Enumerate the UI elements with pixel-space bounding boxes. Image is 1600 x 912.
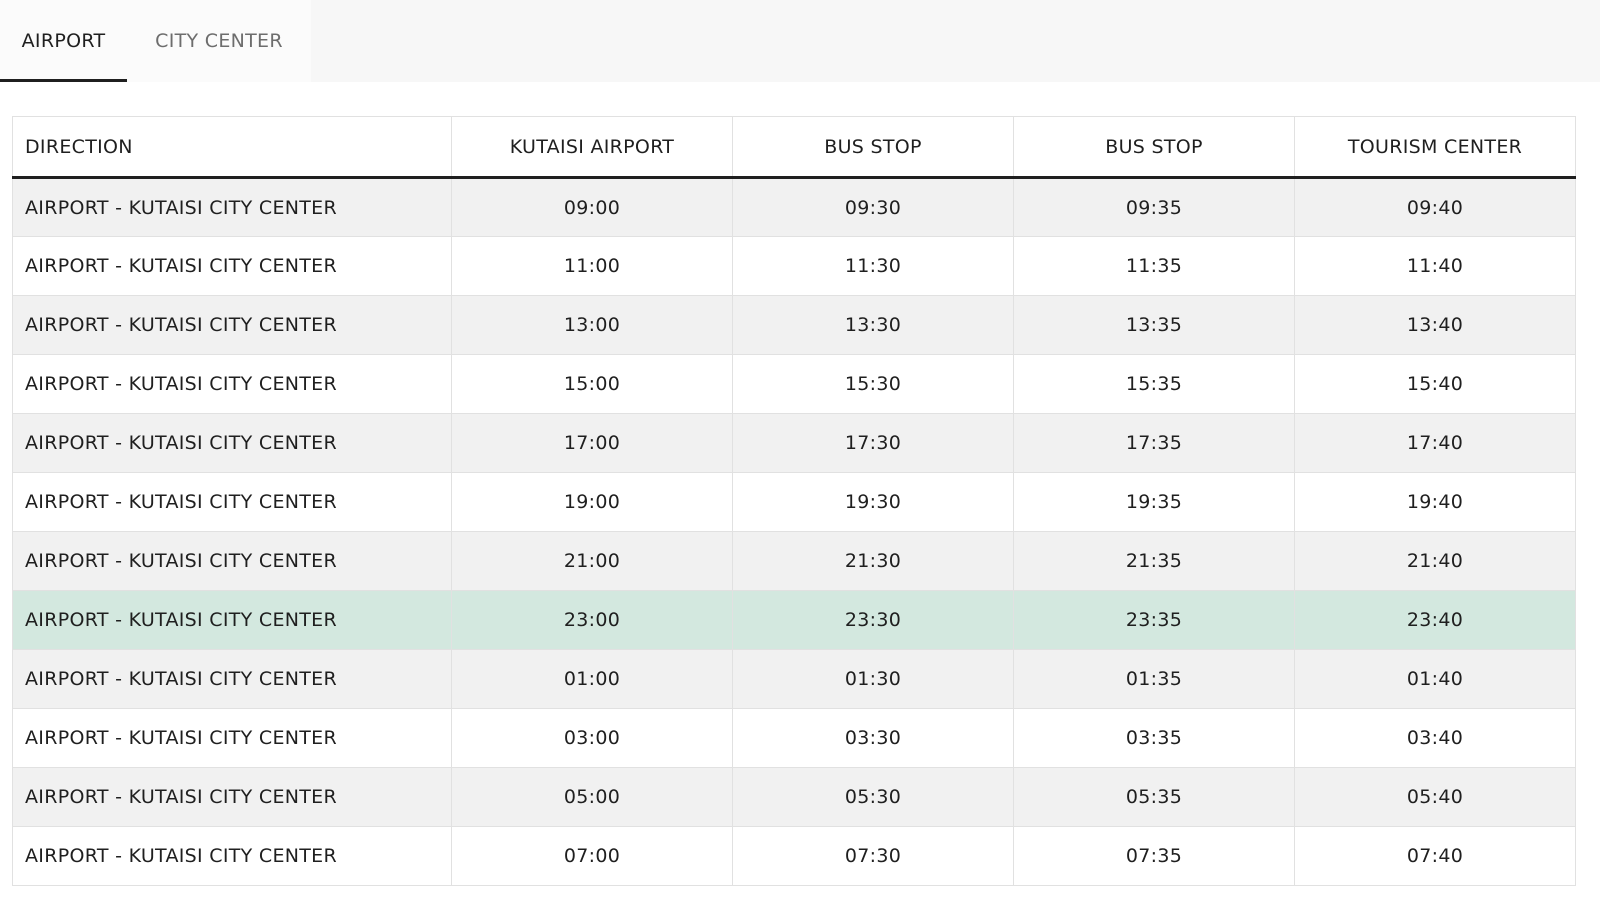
cell-bus-stop-2: 17:35 <box>1013 413 1295 473</box>
cell-bus-stop-1: 05:30 <box>732 767 1014 827</box>
table-row: AIRPORT - KUTAISI CITY CENTER 03:00 03:30 0… <box>12 708 1576 768</box>
cell-kutaisi-airport: 01:00 <box>451 649 733 709</box>
tab-airport[interactable]: AIRPORT <box>0 0 127 82</box>
cell-kutaisi-airport: 19:00 <box>451 472 733 532</box>
cell-bus-stop-1: 07:30 <box>732 826 1014 886</box>
table-row: AIRPORT - KUTAISI CITY CENTER 11:00 11:30 1… <box>12 236 1576 296</box>
cell-bus-stop-2: 15:35 <box>1013 354 1295 414</box>
table-row: AIRPORT - KUTAISI CITY CENTER 09:00 09:30 0… <box>12 177 1576 237</box>
schedule-table: DIRECTION KUTAISI AIRPORT BUS STOP BUS S… <box>12 116 1576 886</box>
cell-bus-stop-1: 11:30 <box>732 236 1014 296</box>
table-row: AIRPORT - KUTAISI CITY CENTER 13:00 13:30 1… <box>12 295 1576 355</box>
cell-bus-stop-1: 13:30 <box>732 295 1014 355</box>
cell-tourism-center: 13:40 <box>1294 295 1576 355</box>
cell-tourism-center: 01:40 <box>1294 649 1576 709</box>
cell-bus-stop-2: 07:35 <box>1013 826 1295 886</box>
cell-direction: AIRPORT - KUTAISI CITY CENTER <box>12 177 452 237</box>
cell-tourism-center: 09:40 <box>1294 177 1576 237</box>
header-row: DIRECTION KUTAISI AIRPORT BUS STOP BUS S… <box>12 116 1576 179</box>
cell-bus-stop-2: 13:35 <box>1013 295 1295 355</box>
table-row: AIRPORT - KUTAISI CITY CENTER 23:00 23:30 2… <box>12 590 1576 650</box>
cell-bus-stop-2: 01:35 <box>1013 649 1295 709</box>
cell-bus-stop-1: 01:30 <box>732 649 1014 709</box>
cell-kutaisi-airport: 07:00 <box>451 826 733 886</box>
cell-kutaisi-airport: 15:00 <box>451 354 733 414</box>
header-kutaisi-airport: KUTAISI AIRPORT <box>451 116 733 179</box>
cell-bus-stop-2: 05:35 <box>1013 767 1295 827</box>
cell-kutaisi-airport: 09:00 <box>451 177 733 237</box>
header-direction: DIRECTION <box>12 116 452 179</box>
table-row: AIRPORT - KUTAISI CITY CENTER 17:00 17:30 1… <box>12 413 1576 473</box>
table-header: DIRECTION KUTAISI AIRPORT BUS STOP BUS S… <box>12 116 1576 179</box>
cell-kutaisi-airport: 17:00 <box>451 413 733 473</box>
cell-kutaisi-airport: 11:00 <box>451 236 733 296</box>
cell-bus-stop-2: 23:35 <box>1013 590 1295 650</box>
cell-direction: AIRPORT - KUTAISI CITY CENTER <box>12 531 452 591</box>
cell-kutaisi-airport: 21:00 <box>451 531 733 591</box>
schedule-page: AIRPORT CITY CENTER DIRECTION KUTAISI AI… <box>0 0 1600 912</box>
cell-bus-stop-1: 19:30 <box>732 472 1014 532</box>
cell-direction: AIRPORT - KUTAISI CITY CENTER <box>12 413 452 473</box>
table-row: AIRPORT - KUTAISI CITY CENTER 07:00 07:30 0… <box>12 826 1576 886</box>
tab-city-center[interactable]: CITY CENTER <box>127 0 311 82</box>
table-row: AIRPORT - KUTAISI CITY CENTER 15:00 15:30 1… <box>12 354 1576 414</box>
cell-direction: AIRPORT - KUTAISI CITY CENTER <box>12 472 452 532</box>
cell-direction: AIRPORT - KUTAISI CITY CENTER <box>12 826 452 886</box>
cell-tourism-center: 17:40 <box>1294 413 1576 473</box>
table-row: AIRPORT - KUTAISI CITY CENTER 21:00 21:30 2… <box>12 531 1576 591</box>
cell-tourism-center: 07:40 <box>1294 826 1576 886</box>
tab-bar: AIRPORT CITY CENTER <box>0 0 1600 82</box>
cell-bus-stop-2: 11:35 <box>1013 236 1295 296</box>
cell-kutaisi-airport: 23:00 <box>451 590 733 650</box>
cell-direction: AIRPORT - KUTAISI CITY CENTER <box>12 236 452 296</box>
cell-bus-stop-2: 09:35 <box>1013 177 1295 237</box>
cell-tourism-center: 21:40 <box>1294 531 1576 591</box>
cell-bus-stop-2: 03:35 <box>1013 708 1295 768</box>
header-bus-stop-2: BUS STOP <box>1013 116 1295 179</box>
table-body: AIRPORT - KUTAISI CITY CENTER 09:00 09:30 0… <box>12 177 1576 886</box>
cell-direction: AIRPORT - KUTAISI CITY CENTER <box>12 354 452 414</box>
cell-tourism-center: 11:40 <box>1294 236 1576 296</box>
cell-bus-stop-1: 23:30 <box>732 590 1014 650</box>
table-row: AIRPORT - KUTAISI CITY CENTER 05:00 05:30 0… <box>12 767 1576 827</box>
table-row: AIRPORT - KUTAISI CITY CENTER 19:00 19:30 1… <box>12 472 1576 532</box>
cell-direction: AIRPORT - KUTAISI CITY CENTER <box>12 590 452 650</box>
cell-kutaisi-airport: 13:00 <box>451 295 733 355</box>
cell-bus-stop-1: 09:30 <box>732 177 1014 237</box>
cell-direction: AIRPORT - KUTAISI CITY CENTER <box>12 767 452 827</box>
schedule-table-container: DIRECTION KUTAISI AIRPORT BUS STOP BUS S… <box>12 116 1576 886</box>
cell-direction: AIRPORT - KUTAISI CITY CENTER <box>12 295 452 355</box>
cell-bus-stop-2: 21:35 <box>1013 531 1295 591</box>
cell-kutaisi-airport: 03:00 <box>451 708 733 768</box>
cell-tourism-center: 19:40 <box>1294 472 1576 532</box>
cell-bus-stop-2: 19:35 <box>1013 472 1295 532</box>
table-row: AIRPORT - KUTAISI CITY CENTER 01:00 01:30 0… <box>12 649 1576 709</box>
header-tourism-center: TOURISM CENTER <box>1294 116 1576 179</box>
cell-bus-stop-1: 21:30 <box>732 531 1014 591</box>
cell-tourism-center: 03:40 <box>1294 708 1576 768</box>
cell-bus-stop-1: 15:30 <box>732 354 1014 414</box>
cell-tourism-center: 15:40 <box>1294 354 1576 414</box>
cell-direction: AIRPORT - KUTAISI CITY CENTER <box>12 708 452 768</box>
cell-tourism-center: 23:40 <box>1294 590 1576 650</box>
cell-direction: AIRPORT - KUTAISI CITY CENTER <box>12 649 452 709</box>
cell-bus-stop-1: 03:30 <box>732 708 1014 768</box>
cell-kutaisi-airport: 05:00 <box>451 767 733 827</box>
tab-list: AIRPORT CITY CENTER <box>0 0 311 82</box>
cell-bus-stop-1: 17:30 <box>732 413 1014 473</box>
header-bus-stop-1: BUS STOP <box>732 116 1014 179</box>
cell-tourism-center: 05:40 <box>1294 767 1576 827</box>
